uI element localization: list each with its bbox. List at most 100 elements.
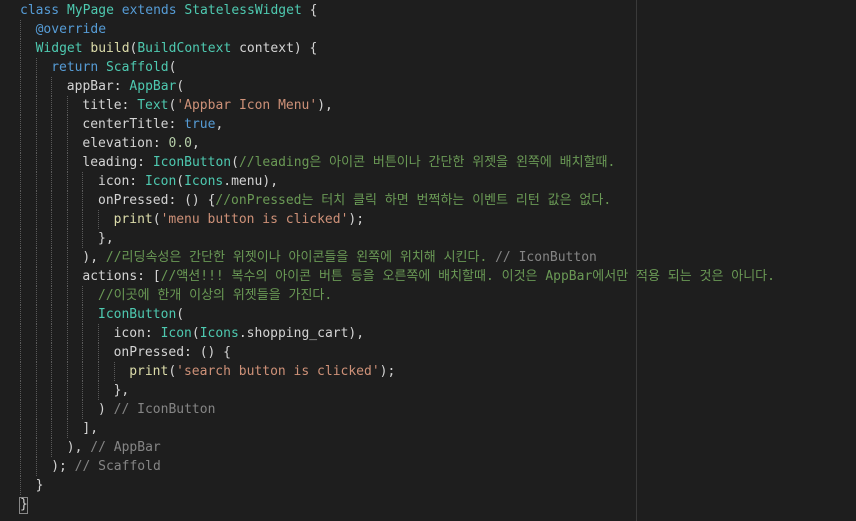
- code-token: .: [223, 174, 232, 189]
- code-text: @override: [36, 20, 106, 39]
- code-line[interactable]: return Scaffold(: [0, 58, 856, 77]
- code-line[interactable]: ); // Scaffold: [0, 457, 856, 476]
- indent-guide: [98, 210, 99, 229]
- code-token: onPressed:: [113, 345, 200, 360]
- code-token: @override: [35, 22, 107, 37]
- indent-guide: [20, 115, 21, 134]
- code-line[interactable]: icon: Icon(Icons.shopping_cart),: [0, 324, 856, 343]
- code-token: leading:: [82, 155, 153, 170]
- indent-guide: [82, 324, 84, 343]
- indent-guide: [20, 58, 21, 77]
- code-line[interactable]: appBar: AppBar(: [0, 77, 856, 96]
- code-token: context: [239, 41, 294, 56]
- code-editor[interactable]: class MyPage extends StatelessWidget { @o…: [0, 0, 856, 521]
- indent-guide: [20, 20, 21, 39]
- code-line[interactable]: ), // AppBar: [0, 438, 856, 457]
- code-line[interactable]: },: [0, 381, 856, 400]
- indent-guide: [20, 77, 21, 96]
- code-line[interactable]: ), //리딩속성은 간단한 위젯이나 아이콘들을 왼쪽에 위치해 시킨다. /…: [0, 248, 856, 267]
- indent-guide: [98, 381, 99, 400]
- indent-guide: [20, 343, 21, 362]
- code-line[interactable]: }: [0, 476, 856, 495]
- code-text: return Scaffold(: [51, 58, 176, 77]
- code-token: menu: [231, 174, 263, 189]
- code-token: appBar:: [66, 79, 130, 94]
- code-line[interactable]: onPressed: () {//onPressed는 터치 클릭 하면 번쩍하…: [0, 191, 856, 210]
- code-token: 'Appbar Icon Menu': [176, 98, 318, 113]
- code-text: onPressed: () {: [114, 343, 231, 362]
- code-line[interactable]: IconButton(: [0, 305, 856, 324]
- code-text: onPressed: () {//onPressed는 터치 클릭 하면 번쩍하…: [98, 191, 611, 210]
- code-token: AppBar: [129, 79, 177, 94]
- indent-guide: [51, 419, 53, 438]
- code-token: {: [309, 3, 318, 18]
- code-line[interactable]: },: [0, 229, 856, 248]
- code-line[interactable]: print('search button is clicked');: [0, 362, 856, 381]
- indent-guide: [20, 324, 21, 343]
- code-token: (: [176, 307, 185, 322]
- indent-guide: [35, 172, 37, 191]
- code-token: // IconButton: [495, 250, 597, 265]
- code-line[interactable]: Widget build(BuildContext context) {: [0, 39, 856, 58]
- code-text: ); // Scaffold: [51, 457, 161, 476]
- indent-guide: [35, 191, 37, 210]
- code-line[interactable]: //이곳에 한개 이상의 위젯들을 가진다.: [0, 286, 856, 305]
- code-token: ],: [82, 421, 99, 436]
- indent-guide: [20, 210, 21, 229]
- code-line[interactable]: elevation: 0.0,: [0, 134, 856, 153]
- code-token: print: [129, 364, 169, 379]
- indent-guide: [66, 96, 68, 115]
- code-token: centerTitle:: [82, 117, 185, 132]
- code-token: onPressed:: [98, 193, 185, 208]
- code-line[interactable]: ) // IconButton: [0, 400, 856, 419]
- indent-guide: [82, 362, 84, 381]
- code-text: ) // IconButton: [98, 400, 215, 419]
- indent-guide: [82, 191, 84, 210]
- indent-guide: [20, 267, 21, 286]
- code-line[interactable]: @override: [0, 20, 856, 39]
- code-line[interactable]: onPressed: () {: [0, 343, 856, 362]
- indent-guide: [66, 324, 68, 343]
- code-token: // AppBar: [90, 440, 161, 455]
- indent-guide: [35, 457, 37, 476]
- code-token: IconButton: [98, 307, 177, 322]
- code-token: (: [168, 60, 177, 75]
- code-token: ,: [215, 117, 224, 132]
- code-text: print('search button is clicked');: [129, 362, 395, 381]
- code-token: (: [191, 326, 200, 341]
- indent-guide: [82, 305, 84, 324]
- code-line[interactable]: centerTitle: true,: [0, 115, 856, 134]
- code-text: },: [98, 229, 114, 248]
- indent-guide: [51, 381, 53, 400]
- code-token: //리딩속성은 간단한 위젯이나 아이콘들을 왼쪽에 위치해 시킨다.: [105, 250, 496, 265]
- code-token: 'search button is clicked': [176, 364, 380, 379]
- indent-guide: [51, 286, 53, 305]
- code-token: );: [51, 459, 75, 474]
- code-token: build: [90, 41, 130, 56]
- code-line[interactable]: }: [0, 495, 856, 514]
- code-token: );: [379, 364, 396, 379]
- indent-guide: [35, 58, 37, 77]
- code-token: print: [113, 212, 153, 227]
- indent-guide: [20, 476, 21, 495]
- code-token: (: [176, 79, 185, 94]
- indent-guide: [82, 286, 84, 305]
- code-line[interactable]: title: Text('Appbar Icon Menu'),: [0, 96, 856, 115]
- code-line[interactable]: ],: [0, 419, 856, 438]
- code-line[interactable]: class MyPage extends StatelessWidget {: [0, 1, 856, 20]
- code-line[interactable]: icon: Icon(Icons.menu),: [0, 172, 856, 191]
- code-text: centerTitle: true,: [82, 115, 223, 134]
- indent-guide: [66, 419, 68, 438]
- code-line[interactable]: print('menu button is clicked');: [0, 210, 856, 229]
- code-token: () {: [184, 193, 216, 208]
- indent-guide: [82, 400, 84, 419]
- code-line[interactable]: leading: IconButton(//leading은 아이콘 버튼이나 …: [0, 153, 856, 172]
- code-token: },: [98, 231, 114, 246]
- indent-guide: [66, 134, 68, 153]
- code-line[interactable]: actions: [//액션!!! 복수의 아이콘 버튼 등을 오른쪽에 배치할…: [0, 267, 856, 286]
- indent-guide: [66, 172, 68, 191]
- indent-guide: [82, 381, 84, 400]
- indent-guide: [51, 324, 53, 343]
- indent-guide: [35, 400, 37, 419]
- indent-guide: [35, 305, 37, 324]
